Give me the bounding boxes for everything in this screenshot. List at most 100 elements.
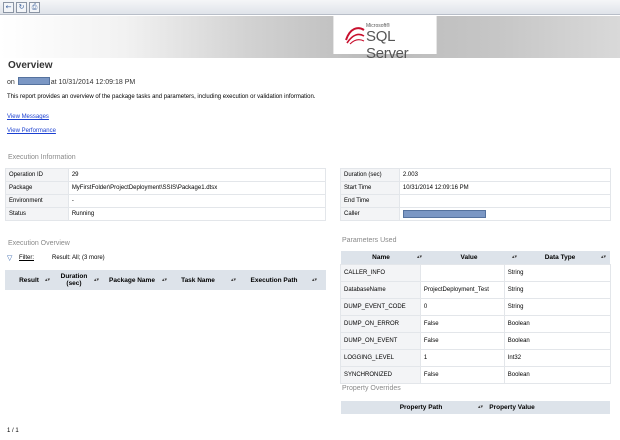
print-icon[interactable]: ⎙ [29,2,40,13]
param-value: ProjectDeployment_Test [419,281,505,299]
param-type: String [503,281,612,299]
parameters-header: Name ▴▾ Value ▴▾ Data Type ▴▾ [341,251,610,264]
param-type: String [503,298,612,316]
on-prefix: on [7,79,15,86]
sort-icon[interactable]: ▴▾ [162,277,167,283]
report-description: This report provides an overview of the … [7,94,316,100]
column-header-package-name-label: Package Name [109,276,155,284]
column-header-execution-path-label: Execution Path [250,276,298,284]
table-row: Environment - [5,194,327,208]
environment-label: Environment [5,194,69,208]
environment-value: - [67,194,327,208]
sql-server-logo: Microsoft® SQL Server [333,16,437,62]
execution-overview-header: Result ▴▾ Duration (sec) ▴▾ Package Name… [5,270,326,290]
table-row: LOGGING_LEVEL 1 Int32 [340,349,612,367]
parameters-table: CALLER_INFO String DatabaseName ProjectDep… [340,264,612,384]
execution-overview-heading: Execution Overview [8,240,70,247]
parameters-used-heading: Parameters Used [342,237,397,244]
column-header-name[interactable]: Name [341,251,421,264]
param-value: False [419,315,505,333]
caller-label: Caller [340,207,400,221]
start-time-label: Start Time [340,181,400,195]
param-name: LOGGING_LEVEL [340,349,421,367]
sort-icon[interactable]: ▴▾ [94,277,99,283]
redacted-server-name [17,77,50,85]
operation-id-label: Operation ID [5,168,69,182]
duration-value: 2.003 [398,168,612,182]
column-header-package-name[interactable]: Package Name [101,270,163,290]
param-type: String [503,264,612,282]
param-type: Boolean [503,332,612,350]
column-header-value-label: Value [460,254,478,261]
column-header-property-path-label: Property Path [399,404,443,411]
redacted-caller [402,210,486,218]
execution-info-right-table: Duration (sec) 2.003 Start Time 10/31/2014… [340,168,612,221]
page-indicator: 1 / 1 [7,428,19,434]
column-header-duration[interactable]: Duration (sec) [53,270,95,290]
table-row: Caller [340,207,612,221]
param-value: 1 [419,349,505,367]
start-time-value: 10/31/2014 12:09:16 PM [398,181,612,195]
page-title: Overview [8,60,53,71]
caller-value [398,207,612,221]
param-name: DUMP_EVENT_CODE [340,298,421,316]
sort-icon[interactable]: ▴▾ [231,277,236,283]
column-header-duration-label: Duration (sec) [60,273,88,287]
column-header-property-value-label: Property Value [489,404,535,411]
param-type: Boolean [503,315,612,333]
param-name: DatabaseName [340,281,421,299]
param-name: DUMP_ON_EVENT [340,332,421,350]
operation-id-value: 29 [67,168,327,182]
param-value: False [419,332,505,350]
param-value [419,264,505,282]
column-header-task-name-label: Task Name [181,276,215,284]
view-performance-link[interactable]: View Performance [7,128,56,134]
property-overrides-heading: Property Overrides [342,385,401,392]
column-header-data-type-label: Data Type [544,254,576,261]
sort-icon[interactable]: ▴▾ [45,277,50,283]
report-banner [0,16,620,58]
status-value: Running [67,207,327,221]
sort-icon[interactable]: ▴▾ [417,254,422,260]
table-row: Start Time 10/31/2014 12:09:16 PM [340,181,612,195]
param-type: Int32 [503,349,612,367]
param-name: DUMP_ON_ERROR [340,315,421,333]
status-label: Status [5,207,69,221]
table-row: Duration (sec) 2.003 [340,168,612,182]
table-row: SYNCHRONIZED False Boolean [340,366,612,384]
end-time-value [398,194,612,208]
param-name: SYNCHRONIZED [340,366,421,384]
view-messages-link[interactable]: View Messages [7,114,49,120]
param-name: CALLER_INFO [340,264,421,282]
report-run-info: on at 10/31/2014 12:09:18 PM [7,77,135,86]
column-header-name-label: Name [372,254,390,261]
table-row: Operation ID 29 [5,168,327,182]
table-row: Status Running [5,207,327,221]
refresh-icon[interactable]: ↻ [16,2,27,13]
filter-result-text: Result: All; (3 more) [52,255,105,261]
column-header-execution-path[interactable]: Execution Path [243,270,305,290]
column-header-value[interactable]: Value [423,251,515,264]
param-type: Boolean [503,366,612,384]
table-row: DatabaseName ProjectDeployment_Test String [340,281,612,299]
report-toolbar: ← ↻ ⎙ [0,0,620,15]
run-timestamp: at 10/31/2014 12:09:18 PM [50,79,136,86]
param-value: False [419,366,505,384]
column-header-data-type[interactable]: Data Type [517,251,603,264]
column-header-result[interactable]: Result [9,270,49,290]
filter-link[interactable]: Filter: [19,255,34,261]
column-header-property-value[interactable]: Property Value [484,401,540,414]
end-time-label: End Time [340,194,400,208]
back-icon[interactable]: ← [3,2,14,13]
table-row: Package MyFirstFolder\ProjectDeployment\S… [5,181,327,195]
sort-icon[interactable]: ▴▾ [478,404,483,410]
column-header-task-name[interactable]: Task Name [171,270,225,290]
param-value: 0 [419,298,505,316]
sort-icon[interactable]: ▴▾ [601,254,606,260]
package-label: Package [5,181,69,195]
table-row: DUMP_EVENT_CODE 0 String [340,298,612,316]
package-value: MyFirstFolder\ProjectDeployment\SSIS\Pac… [67,181,327,195]
filter-icon[interactable]: ▽ [7,255,14,262]
column-header-property-path[interactable]: Property Path [371,401,471,414]
sort-icon[interactable]: ▴▾ [312,277,317,283]
